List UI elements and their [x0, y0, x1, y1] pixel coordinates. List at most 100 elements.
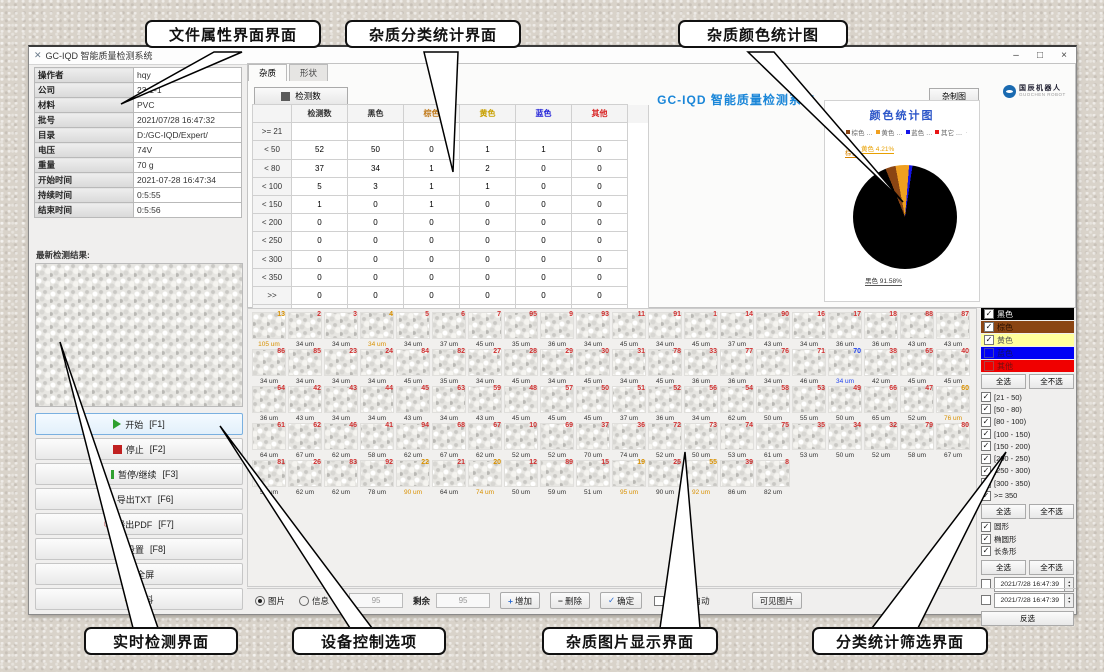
impurity-thumbnail[interactable]: 6665 um	[864, 386, 898, 422]
impurity-thumbnail[interactable]: 4434 um	[360, 386, 394, 422]
filter-color-黑色[interactable]: ✓黑色	[981, 308, 1074, 320]
impurity-thumbnail[interactable]: 5634 um	[684, 386, 718, 422]
impurity-thumbnail[interactable]: 4158 um	[360, 423, 394, 459]
impurity-thumbnail[interactable]: 936 um	[540, 312, 574, 348]
impurity-thumbnail[interactable]: 1634 um	[792, 312, 826, 348]
impurity-thumbnail[interactable]: 7958 um	[900, 423, 934, 459]
impurity-thumbnail[interactable]: 3252 um	[864, 423, 898, 459]
impurity-thumbnail[interactable]: 4662 um	[324, 423, 358, 459]
impurity-thumbnail[interactable]: 7634 um	[756, 349, 790, 385]
filter-color-棕色[interactable]: ✓棕色	[981, 321, 1074, 333]
minimize-button[interactable]: –	[1004, 50, 1028, 61]
impurity-thumbnail[interactable]: 2074 um	[468, 460, 502, 496]
impurity-thumbnail[interactable]: 5850 um	[756, 386, 790, 422]
impurity-thumbnail[interactable]: 4045 um	[936, 349, 970, 385]
checkbox[interactable]: ✓	[981, 454, 991, 464]
impurity-thumbnail[interactable]: 2845 um	[504, 349, 538, 385]
impurity-thumbnail[interactable]: 534 um	[396, 312, 430, 348]
设置-button[interactable]: ▦设置[F8]	[35, 538, 243, 560]
remaining-input[interactable]: 95	[436, 593, 490, 608]
impurity-thumbnail[interactable]: 3986 um	[720, 460, 754, 496]
impurity-thumbnail[interactable]: 7034 um	[828, 349, 862, 385]
impurity-thumbnail[interactable]: 9134 um	[648, 312, 682, 348]
impurity-thumbnail[interactable]: 1437 um	[720, 312, 754, 348]
impurity-thumbnail[interactable]: 1052 um	[504, 423, 538, 459]
impurity-thumbnail[interactable]: 9334 um	[576, 312, 610, 348]
impurity-thumbnail[interactable]: 8959 um	[540, 460, 574, 496]
checkbox[interactable]: ✓	[981, 404, 991, 414]
impurity-thumbnail[interactable]: 2290 um	[396, 460, 430, 496]
detect-count-button[interactable]: 检测数	[254, 87, 348, 105]
impurity-thumbnail[interactable]: 5045 um	[576, 386, 610, 422]
停止-button[interactable]: 停止[F2]	[35, 438, 243, 460]
确定-button[interactable]: ✓确定	[600, 592, 642, 609]
checkbox[interactable]: ✓	[981, 478, 991, 488]
impurity-thumbnail[interactable]: 8235 um	[432, 349, 466, 385]
impurity-thumbnail[interactable]: 9462 um	[396, 423, 430, 459]
impurity-thumbnail[interactable]: 2662 um	[288, 460, 322, 496]
impurity-thumbnail[interactable]: 5462 um	[720, 386, 754, 422]
impurity-thumbnail[interactable]: 5745 um	[540, 386, 574, 422]
checkbox[interactable]: ✓	[981, 429, 991, 439]
filter-color-其他[interactable]: 其他	[981, 360, 1074, 372]
impurity-thumbnail[interactable]: 5592 um	[684, 460, 718, 496]
impurity-thumbnail[interactable]: 2434 um	[360, 349, 394, 385]
checkbox[interactable]: ✓	[981, 546, 991, 556]
filter-shape-椭圆形[interactable]: ✓椭圆形	[981, 533, 1074, 545]
checkbox[interactable]	[984, 348, 994, 358]
全屏-button[interactable]: ✧全屏	[35, 563, 243, 585]
impurity-thumbnail[interactable]: 4845 um	[504, 386, 538, 422]
impurity-thumbnail[interactable]: 3770 um	[576, 423, 610, 459]
impurity-thumbnail[interactable]: 6436 um	[252, 386, 286, 422]
impurity-thumbnail[interactable]: 434 um	[360, 312, 394, 348]
impurity-thumbnail[interactable]: 4543 um	[396, 386, 430, 422]
impurity-thumbnail[interactable]: 6545 um	[900, 349, 934, 385]
impurity-thumbnail[interactable]: 7561 um	[756, 423, 790, 459]
impurity-thumbnail[interactable]: 5943 um	[468, 386, 502, 422]
导出TXT-button[interactable]: ⎘导出TXT[F6]	[35, 488, 243, 510]
impurity-thumbnail[interactable]: 3450 um	[828, 423, 862, 459]
暂停/继续-button[interactable]: 暂停/继续[F3]	[35, 463, 243, 485]
impurity-thumbnail[interactable]: 3553 um	[792, 423, 826, 459]
impurity-thumbnail[interactable]: 13105 um	[252, 312, 286, 348]
radio-image[interactable]	[255, 596, 265, 606]
filter-range-row[interactable]: ✓[300 - 350)	[981, 477, 1074, 489]
filter-shape-圆形[interactable]: ✓圆形	[981, 521, 1074, 533]
impurity-thumbnail[interactable]: 8445 um	[396, 349, 430, 385]
impurity-thumbnail[interactable]: 9278 um	[360, 460, 394, 496]
checkbox[interactable]: ✓	[984, 309, 994, 319]
checkbox[interactable]: ✓	[981, 522, 991, 532]
filter-range-row[interactable]: ✓>= 350	[981, 489, 1074, 501]
impurity-thumbnail[interactable]: 2590 um	[648, 460, 682, 496]
impurity-thumbnail[interactable]: 2164 um	[432, 460, 466, 496]
select-all-button[interactable]: 全选	[981, 374, 1026, 389]
impurity-thumbnail[interactable]: 7146 um	[792, 349, 826, 385]
impurity-thumbnail[interactable]: 1250 um	[504, 460, 538, 496]
impurity-thumbnail[interactable]: 6076 um	[936, 386, 970, 422]
impurity-thumbnail[interactable]: 745 um	[468, 312, 502, 348]
impurity-thumbnail[interactable]: 4950 um	[828, 386, 862, 422]
impurity-thumbnail[interactable]: 7350 um	[684, 423, 718, 459]
impurity-thumbnail[interactable]: 1145 um	[612, 312, 646, 348]
impurity-thumbnail[interactable]: 3336 um	[684, 349, 718, 385]
visible-images-button[interactable]: 可见图片	[752, 592, 802, 609]
impurity-thumbnail[interactable]: 7736 um	[720, 349, 754, 385]
impurity-thumbnail[interactable]: 2334 um	[324, 349, 358, 385]
filter-range-row[interactable]: ✓[200 - 250)	[981, 452, 1074, 464]
checkbox[interactable]: ✓	[981, 417, 991, 427]
checkbox[interactable]	[984, 361, 994, 371]
impurity-thumbnail[interactable]: 6267 um	[288, 423, 322, 459]
impurity-thumbnail[interactable]: 8743 um	[936, 312, 970, 348]
impurity-thumbnail[interactable]: 8634 um	[252, 349, 286, 385]
select-none-button[interactable]: 全不选	[1029, 560, 1074, 575]
checkbox[interactable]: ✓	[984, 335, 994, 345]
impurity-thumbnail[interactable]: 1736 um	[828, 312, 862, 348]
impurity-thumbnail[interactable]: 1995 um	[612, 460, 646, 496]
impurity-thumbnail[interactable]: 1551 um	[576, 460, 610, 496]
impurity-thumbnail[interactable]: 8362 um	[324, 460, 358, 496]
checkbox[interactable]: ✓	[981, 466, 991, 476]
impurity-thumbnail[interactable]: 2734 um	[468, 349, 502, 385]
select-all-button[interactable]: 全选	[981, 504, 1026, 519]
impurity-thumbnail[interactable]: 7453 um	[720, 423, 754, 459]
impurity-thumbnail[interactable]: 6164 um	[252, 423, 286, 459]
